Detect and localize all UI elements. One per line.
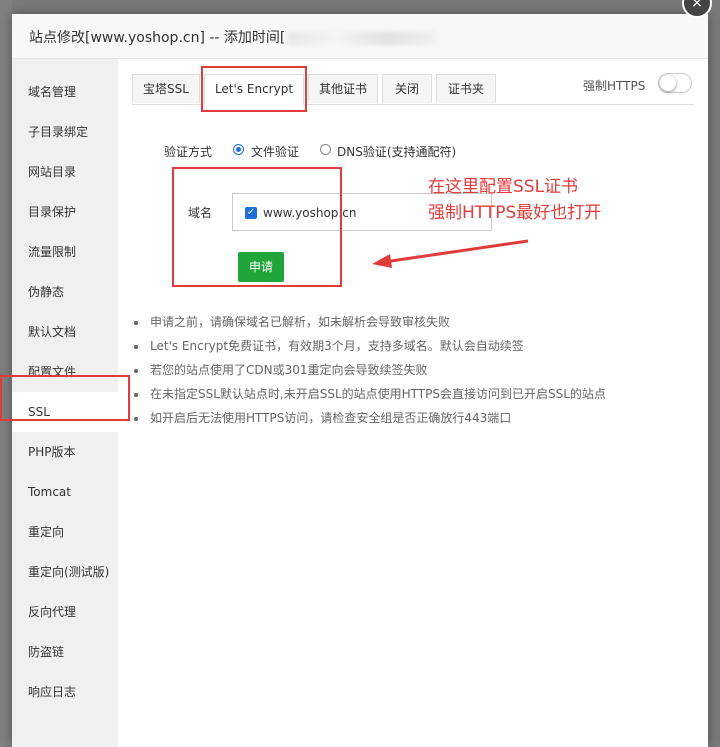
- annotation-arrow-icon: [372, 239, 529, 268]
- note-item: 在未指定SSL默认站点时,未开启SSL的站点使用HTTPS会直接访问到已开启SS…: [134, 385, 606, 402]
- sidebar-item-dir-protect[interactable]: 目录保护: [12, 192, 118, 232]
- page-backdrop: [0, 0, 12, 747]
- verify-method-label: 验证方式: [164, 145, 213, 159]
- sidebar-item-tomcat[interactable]: Tomcat: [12, 472, 118, 512]
- dialog-header: 站点修改[www.yoshop.cn] -- 添加时间[: [12, 14, 708, 59]
- tab-close[interactable]: 关闭: [382, 74, 432, 103]
- ssl-panel: 宝塔SSL Let's Encrypt 其他证书 关闭 证书夹 强制HTTPS …: [118, 59, 708, 747]
- force-https-toggle[interactable]: [658, 73, 692, 93]
- tab-other-cert[interactable]: 其他证书: [308, 74, 378, 103]
- redacted-timestamp: [287, 31, 438, 45]
- note-text: 申请之前，请确保域名已解析，如未解析会导致审核失败: [150, 315, 451, 329]
- radio-file-verify[interactable]: [233, 144, 244, 155]
- sidebar-item-default-doc[interactable]: 默认文档: [12, 312, 118, 352]
- bullet-icon: [134, 368, 138, 373]
- sidebar-item-response-log[interactable]: 响应日志: [12, 672, 118, 712]
- annotation-text-line1: 在这里配置SSL证书: [428, 177, 579, 197]
- bullet-icon: [134, 416, 138, 421]
- sidebar-item-hotlink[interactable]: 防盗链: [12, 632, 118, 672]
- sidebar-item-rewrite[interactable]: 伪静态: [12, 272, 118, 312]
- note-item: Let's Encrypt免费证书，有效期3个月，支持多域名。默认会自动续签: [134, 337, 524, 354]
- radio-dns-verify[interactable]: [320, 144, 331, 155]
- note-text: Let's Encrypt免费证书，有效期3个月，支持多域名。默认会自动续签: [150, 339, 524, 353]
- dialog-title-text: 站点修改[www.yoshop.cn] -- 添加时间[: [29, 30, 286, 46]
- sidebar-item-reverse-proxy[interactable]: 反向代理: [12, 592, 118, 632]
- annotation-text-line2: 强制HTTPS最好也打开: [428, 203, 602, 223]
- sidebar-item-redirect-beta[interactable]: 重定向(测试版): [12, 552, 118, 592]
- sidebar-item-subdir[interactable]: 子目录绑定: [12, 112, 118, 152]
- annotation-box-tab: [201, 66, 307, 112]
- tab-bt-ssl[interactable]: 宝塔SSL: [132, 74, 200, 103]
- force-https-label: 强制HTTPS: [583, 79, 646, 93]
- tab-cert-folder[interactable]: 证书夹: [436, 74, 496, 103]
- bullet-icon: [134, 344, 138, 349]
- dialog-title: 站点修改[www.yoshop.cn] -- 添加时间[: [29, 27, 438, 47]
- sidebar-item-redirect[interactable]: 重定向: [12, 512, 118, 552]
- sidebar-item-php-version[interactable]: PHP版本: [12, 432, 118, 472]
- note-text: 若您的站点使用了CDN或301重定向会导致续签失败: [150, 363, 428, 377]
- bullet-icon: [134, 320, 138, 325]
- note-text: 如开启后无法使用HTTPS访问，请检查安全组是否正确放行443端口: [150, 411, 512, 425]
- note-item: 申请之前，请确保域名已解析，如未解析会导致审核失败: [134, 313, 450, 330]
- note-item: 如开启后无法使用HTTPS访问，请检查安全组是否正确放行443端口: [134, 409, 511, 426]
- sidebar-item-domain[interactable]: 域名管理: [12, 72, 118, 112]
- annotation-box-ssl: [0, 375, 130, 421]
- sidebar-item-traffic-limit[interactable]: 流量限制: [12, 232, 118, 272]
- bullet-icon: [134, 392, 138, 397]
- toggle-knob: [660, 75, 676, 91]
- sidebar-item-site-dir[interactable]: 网站目录: [12, 152, 118, 192]
- radio-file-verify-label[interactable]: 文件验证: [251, 143, 299, 160]
- note-text: 在未指定SSL默认站点时,未开启SSL的站点使用HTTPS会直接访问到已开启SS…: [150, 387, 606, 401]
- radio-dns-verify-label[interactable]: DNS验证(支持通配符): [337, 143, 456, 160]
- note-item: 若您的站点使用了CDN或301重定向会导致续签失败: [134, 361, 428, 378]
- annotation-box-domain: [172, 167, 342, 287]
